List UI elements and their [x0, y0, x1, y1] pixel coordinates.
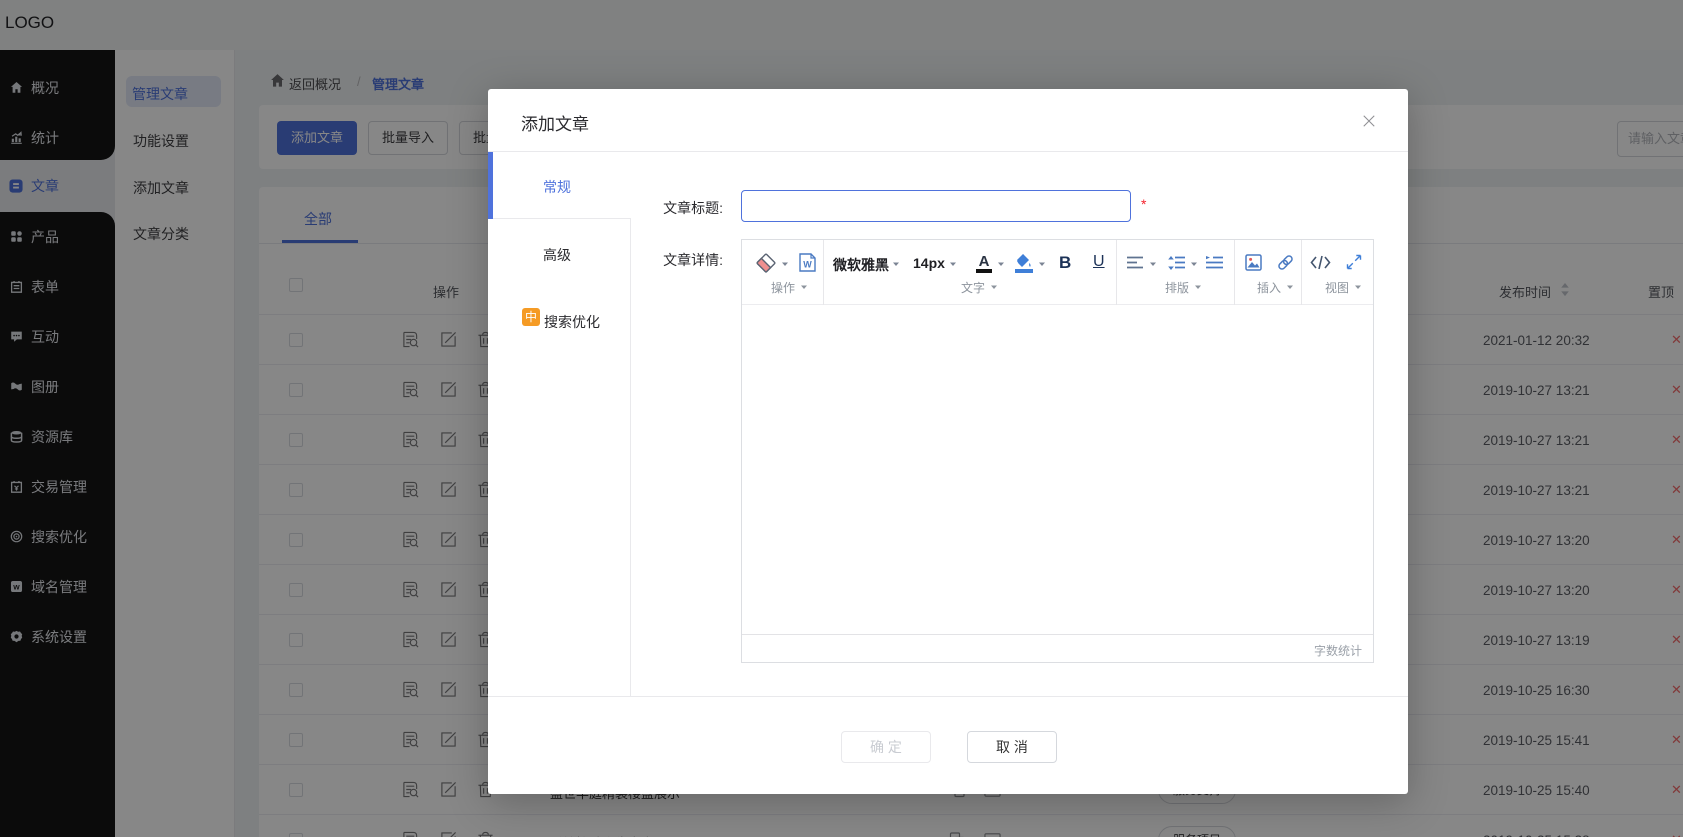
svg-text:W: W — [803, 260, 812, 270]
svg-text:A: A — [979, 253, 990, 270]
